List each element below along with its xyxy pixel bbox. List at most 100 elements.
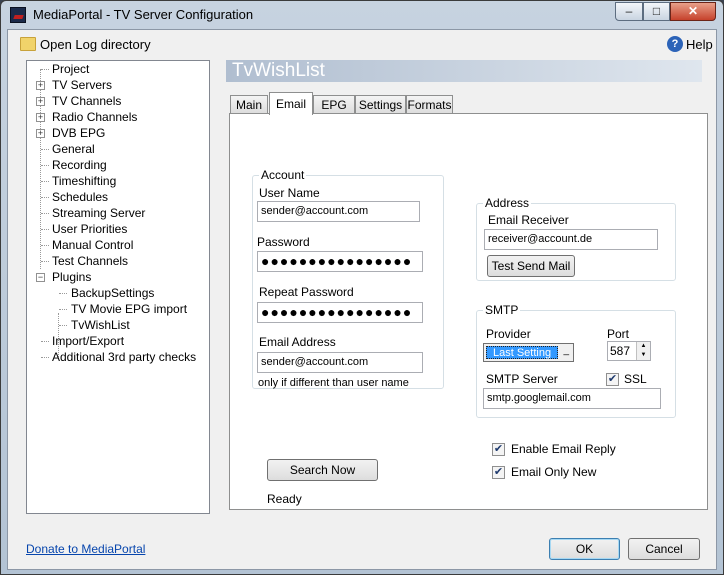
account-group-title: Account: [259, 168, 307, 182]
navigation-tree[interactable]: Project + TV Servers + TV Channels + Rad…: [26, 60, 210, 514]
address-group: Address Email Receiver receiver@account.…: [476, 196, 676, 281]
email-hint-label: only if different than user name: [258, 377, 409, 389]
mediaportal-app-icon: [10, 7, 26, 23]
tree-item-label: DVB EPG: [52, 126, 106, 140]
tree-item-label: Manual Control: [52, 238, 134, 252]
maximize-button[interactable]: □: [643, 2, 670, 21]
email-tab-panel: Account User Name sender@account.com Pas…: [229, 113, 708, 510]
title-bar[interactable]: MediaPortal - TV Server Configuration – …: [1, 1, 723, 29]
email-only-new-label: Email Only New: [511, 465, 597, 479]
tree-item-label: Plugins: [52, 270, 92, 284]
user-name-label: User Name: [259, 186, 320, 200]
tree-item-tvwishlist[interactable]: TvWishList: [27, 317, 207, 333]
tree-item-schedules[interactable]: Schedules: [27, 189, 207, 205]
minimize-button[interactable]: –: [615, 2, 643, 21]
smtp-group-title: SMTP: [483, 303, 521, 317]
client-area: Open Log directory ? Help Project + TV S…: [7, 29, 717, 570]
tree-item-label: General: [52, 142, 95, 156]
spin-up-icon[interactable]: ▲: [637, 342, 650, 351]
tree-item-streaming-server[interactable]: Streaming Server: [27, 205, 207, 221]
tree-item-label: Schedules: [52, 190, 109, 204]
help-button[interactable]: Help: [686, 37, 713, 52]
enable-email-reply-label: Enable Email Reply: [511, 442, 616, 456]
close-button[interactable]: ✕: [670, 2, 716, 21]
expand-icon[interactable]: +: [36, 113, 45, 122]
email-address-label: Email Address: [259, 335, 336, 349]
spin-down-icon[interactable]: ▼: [637, 351, 650, 360]
tree-item-tv-servers[interactable]: + TV Servers: [27, 77, 207, 93]
tree-item-label: Timeshifting: [52, 174, 117, 188]
tree-item-label: TV Channels: [52, 94, 122, 108]
tree-item-test-channels[interactable]: Test Channels: [27, 253, 207, 269]
email-address-input[interactable]: sender@account.com: [257, 352, 423, 373]
ssl-checkbox[interactable]: ✔: [606, 373, 619, 386]
donate-link[interactable]: Donate to MediaPortal: [26, 542, 145, 556]
password-input[interactable]: ●●●●●●●●●●●●●●●●: [257, 251, 423, 272]
repeat-password-label: Repeat Password: [259, 285, 354, 299]
ok-button[interactable]: OK: [549, 538, 620, 560]
tab-formats[interactable]: Formats: [406, 95, 453, 114]
tab-email[interactable]: Email: [269, 92, 313, 115]
search-now-button[interactable]: Search Now: [267, 459, 378, 481]
email-only-new-checkbox[interactable]: ✔: [492, 466, 505, 479]
folder-icon[interactable]: [20, 37, 36, 51]
port-label: Port: [607, 327, 630, 341]
enable-email-reply-checkbox[interactable]: ✔: [492, 443, 505, 456]
tree-item-plugins[interactable]: − Plugins: [27, 269, 207, 285]
smtp-server-label: SMTP Server: [486, 372, 558, 386]
password-label: Password: [257, 235, 310, 249]
smtp-group: SMTP Provider Last Setting _ Port 587 ▲ …: [476, 303, 676, 418]
ssl-label: SSL: [624, 372, 647, 386]
user-name-input[interactable]: sender@account.com: [257, 201, 420, 222]
test-send-mail-button[interactable]: Test Send Mail: [487, 255, 575, 277]
tree-item-label: TV Servers: [52, 78, 113, 92]
email-receiver-input[interactable]: receiver@account.de: [484, 229, 658, 250]
tree-item-label: Test Channels: [52, 254, 129, 268]
expand-icon[interactable]: +: [36, 97, 45, 106]
tree-item-manual-control[interactable]: Manual Control: [27, 237, 207, 253]
provider-select[interactable]: Last Setting _: [483, 343, 574, 362]
email-receiver-label: Email Receiver: [488, 213, 569, 227]
account-group: Account User Name sender@account.com Pas…: [252, 168, 444, 389]
tree-item-dvb-epg[interactable]: + DVB EPG: [27, 125, 207, 141]
tree-item-label: Streaming Server: [52, 206, 146, 220]
expand-icon[interactable]: +: [36, 129, 45, 138]
tree-item-backupsettings[interactable]: BackupSettings: [27, 285, 207, 301]
main-window: MediaPortal - TV Server Configuration – …: [0, 0, 724, 575]
tree-item-label: Recording: [52, 158, 107, 172]
status-text: Ready: [267, 492, 302, 506]
tree-item-import-export[interactable]: Import/Export: [27, 333, 207, 349]
tree-item-label: Import/Export: [52, 334, 125, 348]
tab-epg[interactable]: EPG: [313, 95, 355, 114]
provider-label: Provider: [486, 327, 531, 341]
tree-item-recording[interactable]: Recording: [27, 157, 207, 173]
address-group-title: Address: [483, 196, 532, 210]
tree-item-label: Project: [52, 62, 90, 76]
tree-item-project[interactable]: Project: [27, 61, 207, 77]
tree-item-additional-checks[interactable]: Additional 3rd party checks: [27, 349, 207, 365]
provider-selected-value: Last Setting: [486, 346, 559, 359]
tree-item-label: BackupSettings: [71, 286, 155, 300]
help-icon[interactable]: ?: [667, 36, 683, 52]
tree-item-user-priorities[interactable]: User Priorities: [27, 221, 207, 237]
repeat-password-input[interactable]: ●●●●●●●●●●●●●●●●: [257, 302, 423, 323]
tab-main[interactable]: Main: [230, 95, 268, 114]
open-log-directory-button[interactable]: Open Log directory: [40, 37, 151, 52]
tree-item-radio-channels[interactable]: + Radio Channels: [27, 109, 207, 125]
port-stepper[interactable]: 587 ▲ ▼: [607, 341, 651, 361]
tree-item-label: TV Movie EPG import: [71, 302, 188, 316]
expand-icon[interactable]: +: [36, 81, 45, 90]
smtp-server-input[interactable]: smtp.googlemail.com: [483, 388, 661, 409]
tree-item-label: TvWishList: [71, 318, 130, 332]
tab-settings[interactable]: Settings: [355, 95, 406, 114]
tree-item-tv-movie-epg-import[interactable]: TV Movie EPG import: [27, 301, 207, 317]
tree-item-label: User Priorities: [52, 222, 128, 236]
tree-item-label: Additional 3rd party checks: [52, 350, 197, 364]
tree-item-tv-channels[interactable]: + TV Channels: [27, 93, 207, 109]
cancel-button[interactable]: Cancel: [628, 538, 700, 560]
section-title: TvWishList: [226, 60, 702, 82]
tree-item-general[interactable]: General: [27, 141, 207, 157]
collapse-icon[interactable]: −: [36, 273, 45, 282]
tree-item-timeshifting[interactable]: Timeshifting: [27, 173, 207, 189]
dropdown-arrow-icon[interactable]: _: [563, 345, 569, 356]
